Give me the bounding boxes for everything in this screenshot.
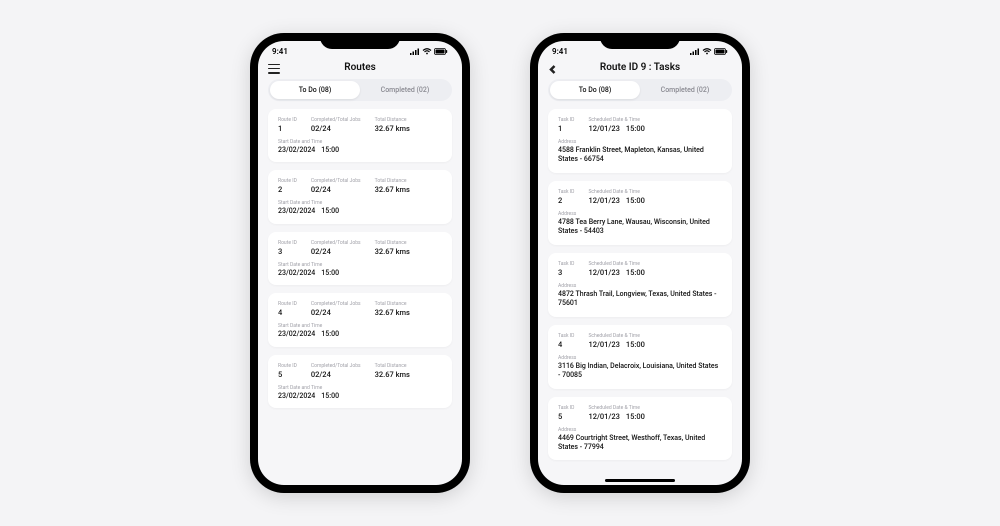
hamburger-icon xyxy=(268,64,280,74)
tasks-list[interactable]: Task ID1 Scheduled Date & Time12/01/23 15… xyxy=(538,109,742,485)
label-sched: Scheduled Date & Time xyxy=(588,117,644,123)
notch xyxy=(600,33,680,49)
home-indicator[interactable] xyxy=(605,479,675,482)
battery-icon xyxy=(434,48,448,55)
route-date: 23/02/2024 xyxy=(278,146,315,154)
route-card[interactable]: Route ID1 Completed/Total Jobs02/24 Tota… xyxy=(268,109,452,162)
tabs: To Do (08) Completed (02) xyxy=(268,79,452,101)
menu-button[interactable] xyxy=(268,64,280,74)
battery-icon xyxy=(714,48,728,55)
header: Route ID 9 : Tasks xyxy=(538,58,742,79)
task-card[interactable]: Task ID5 Scheduled Date & Time12/01/2315… xyxy=(548,397,732,461)
task-card[interactable]: Task ID3 Scheduled Date & Time12/01/2315… xyxy=(548,253,732,317)
label-task-id: Task ID xyxy=(558,117,574,123)
route-dist: 32.67 kms xyxy=(375,124,410,133)
task-id: 1 xyxy=(558,124,574,133)
back-button[interactable] xyxy=(548,59,558,78)
phone-right: 9:41 Route ID 9 : Tasks To Do (08) Compl… xyxy=(530,33,750,493)
signal-icon xyxy=(690,48,700,55)
tab-completed[interactable]: Completed (02) xyxy=(360,81,450,99)
route-card[interactable]: Route ID5 Completed/Total Jobs02/24 Tota… xyxy=(268,355,452,408)
header: Routes xyxy=(258,58,462,79)
task-address: 4588 Franklin Street, Mapleton, Kansas, … xyxy=(558,146,722,165)
tabs: To Do (08) Completed (02) xyxy=(548,79,732,101)
task-card[interactable]: Task ID2 Scheduled Date & Time12/01/2315… xyxy=(548,181,732,245)
screen-right: 9:41 Route ID 9 : Tasks To Do (08) Compl… xyxy=(538,41,742,485)
route-ct: 02/24 xyxy=(311,124,361,133)
tab-todo[interactable]: To Do (08) xyxy=(550,81,640,99)
label-addr: Address xyxy=(558,139,722,145)
page-title: Routes xyxy=(344,62,375,73)
label-ct: Completed/Total Jobs xyxy=(311,117,361,123)
wifi-icon xyxy=(702,48,712,55)
label-route-id: Route ID xyxy=(278,117,297,123)
task-card[interactable]: Task ID1 Scheduled Date & Time12/01/23 15… xyxy=(548,109,732,173)
route-card[interactable]: Route ID3 Completed/Total Jobs02/24 Tota… xyxy=(268,232,452,285)
wifi-icon xyxy=(422,48,432,55)
route-id: 1 xyxy=(278,124,297,133)
route-time: 15:00 xyxy=(321,146,339,154)
chevron-left-icon xyxy=(548,59,558,78)
status-time: 9:41 xyxy=(272,47,288,56)
notch xyxy=(320,33,400,49)
task-date: 12/01/23 xyxy=(588,124,619,133)
status-time: 9:41 xyxy=(552,47,568,56)
screen-left: 9:41 Routes To Do (08) Completed (02) Ro… xyxy=(258,41,462,485)
task-card[interactable]: Task ID4 Scheduled Date & Time12/01/2315… xyxy=(548,325,732,389)
label-sdt: Start Date and Time xyxy=(278,139,442,145)
tab-completed[interactable]: Completed (02) xyxy=(640,81,730,99)
task-time: 15:00 xyxy=(626,124,645,133)
routes-list[interactable]: Route ID1 Completed/Total Jobs02/24 Tota… xyxy=(258,109,462,485)
phone-left: 9:41 Routes To Do (08) Completed (02) Ro… xyxy=(250,33,470,493)
route-card[interactable]: Route ID2 Completed/Total Jobs02/24 Tota… xyxy=(268,170,452,223)
status-icons xyxy=(690,48,728,55)
page-title: Route ID 9 : Tasks xyxy=(600,62,680,73)
status-icons xyxy=(410,48,448,55)
route-card[interactable]: Route ID4 Completed/Total Jobs02/24 Tota… xyxy=(268,293,452,346)
tab-todo[interactable]: To Do (08) xyxy=(270,81,360,99)
signal-icon xyxy=(410,48,420,55)
label-dist: Total Distance xyxy=(375,117,410,123)
